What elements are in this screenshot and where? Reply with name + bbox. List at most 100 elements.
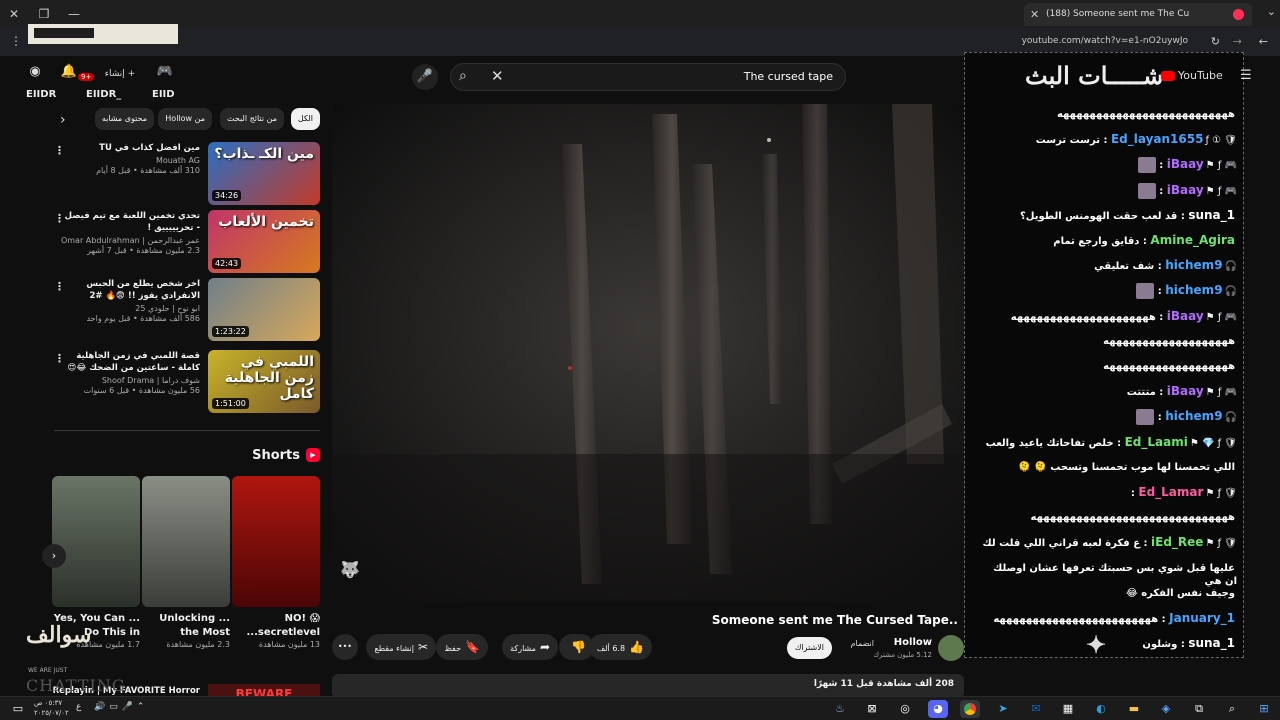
recommendation-thumbnail[interactable]: تخمين الألعاب 42:43 (208, 210, 320, 273)
search-icon[interactable]: ⌕ (459, 68, 467, 84)
chat-username[interactable]: Amine_Agira (1150, 233, 1235, 247)
chrome-icon[interactable] (960, 700, 980, 718)
chat-message: 🎮 ƒ ⚑iBaay : (965, 182, 1245, 208)
chat-message: 🛡 ① ƒEd_layan1655 : ترست ترست (965, 132, 1245, 157)
recommendation-channel[interactable]: عمر عبدالرحمن | Omar Abdulrahman (60, 236, 200, 245)
search-box[interactable]: ⌕ ✕ The cursed tape (450, 63, 846, 91)
system-tray[interactable]: 🔊▭🎤⌃ (94, 702, 148, 712)
short-thumbnail[interactable] (142, 476, 230, 607)
copilot-icon[interactable]: ◈ (1156, 700, 1176, 718)
chat-badge-icons: 🛡 ƒ ⚑ (1205, 538, 1237, 550)
recommendation-title[interactable]: قصة اللمبي في زمن الجاهلية كاملة - ساعتي… (60, 350, 200, 374)
restore-window-icon[interactable]: ❐ (34, 4, 54, 24)
chat-username[interactable]: hichem9 (1165, 283, 1222, 297)
like-button[interactable]: 👍6.8 ألف (588, 634, 652, 660)
close-window-icon[interactable]: ✕ (4, 4, 24, 24)
voice-search-button[interactable]: 🎤 (412, 64, 438, 90)
recommendation-channel[interactable]: Mouath AG (60, 156, 200, 165)
video-player[interactable]: 🐺 (332, 104, 964, 602)
calculator-icon[interactable]: ▦ (1058, 700, 1078, 718)
recommendation-thumbnail[interactable]: اللمبي في زمن الجاهلية كامل 1:51:00 (208, 350, 320, 413)
chat-username[interactable]: January_1 (1169, 611, 1235, 625)
browser-tab[interactable]: ✕ (188) Someone sent me The Cu (1024, 3, 1252, 26)
recommendation-thumbnail[interactable]: 1:23:22 (208, 278, 320, 341)
obs-icon[interactable]: ◎ (895, 700, 915, 718)
recommendation-channel[interactable]: ابو نوح | حلودي 25 (60, 304, 200, 313)
hamburger-menu-icon[interactable]: ☰ (1240, 68, 1280, 83)
chat-username[interactable]: Ed_Lamar (1138, 485, 1203, 499)
more-options-icon[interactable]: ⋮ (54, 212, 65, 225)
more-options-icon[interactable]: ⋮ (54, 352, 65, 365)
start-icon[interactable]: ⊞ (1254, 700, 1274, 718)
recommendation-thumbnail[interactable]: مين الكـ ـذاب؟ 34:26 (208, 142, 320, 205)
chat-emote-icon (1136, 283, 1155, 300)
more-options-icon[interactable]: ⋮ (54, 280, 65, 293)
chat-text: ههههههههههههههههههههههههه (993, 614, 1159, 625)
back-icon[interactable]: ← (1259, 35, 1268, 48)
short-title[interactable]: NO! 😱 ...secretlevel (232, 612, 321, 640)
chat-username[interactable]: iBaay (1167, 309, 1204, 323)
recommendation-title[interactable]: اخر شخص يطلع من الحبس الانفرادي يفوز !! … (60, 278, 200, 302)
tab-search-icon[interactable]: ⌄ (1267, 5, 1276, 18)
more-options-icon[interactable]: ⋮ (54, 144, 65, 157)
chip-search-results[interactable]: من نتائج البحث (219, 108, 284, 130)
chat-message: ههههههههههههههههههههههههههههههه (965, 510, 1245, 535)
short-caption[interactable]: NO! 😱 ...secretlevel 13 مليون مشاهدة (232, 612, 321, 649)
create-button[interactable]: إنشاء + (98, 64, 142, 84)
chat-username[interactable]: hichem9 (1165, 409, 1222, 423)
chat-username[interactable]: Ed_Laami (1125, 435, 1188, 449)
short-thumbnail[interactable] (52, 476, 140, 607)
short-caption[interactable]: Unlocking ... the Most 2.3 مليون مشاهدة (142, 612, 230, 649)
task-view-icon[interactable]: ⧉ (1189, 700, 1209, 718)
language-indicator[interactable]: ع (76, 702, 81, 712)
chat-username[interactable]: iEd_Ree (1151, 535, 1203, 549)
chat-username[interactable]: 1_suna (1188, 208, 1235, 222)
recommendation-item[interactable]: 1:23:22 اخر شخص يطلع من الحبس الانفرادي ي… (48, 278, 326, 342)
reload-icon[interactable]: ↻ (1211, 35, 1220, 48)
minimize-window-icon[interactable]: — (64, 4, 84, 24)
chat-username[interactable]: iBaay (1167, 157, 1204, 171)
chat-username[interactable]: iBaay (1167, 384, 1204, 398)
url-field[interactable]: youtube.com/watch?v=e1-nO2uywJo (1022, 36, 1188, 46)
description-box[interactable]: 208 ألف مشاهدة قبل 11 شهرًا (332, 674, 964, 698)
more-actions-button[interactable]: ••• (331, 634, 358, 660)
telegram-icon[interactable]: ➤ (993, 700, 1013, 718)
chevron-left-icon[interactable]: ‹ (60, 112, 66, 128)
chip-from-channel[interactable]: من Hollow (158, 108, 212, 130)
save-button[interactable]: 🔖حفظ (436, 634, 488, 660)
steam-icon[interactable]: ♨ (830, 700, 850, 718)
dislike-button[interactable]: 👎 (559, 634, 594, 660)
clip-button[interactable]: ✂إنشاء مقطع (366, 634, 436, 660)
chat-username[interactable]: iBaay (1167, 183, 1204, 197)
share-button[interactable]: ➦مشاركة (502, 634, 558, 660)
forward-icon[interactable]: → (1233, 35, 1242, 48)
chip-related[interactable]: محتوى مشابه (94, 108, 154, 130)
chip-all[interactable]: الكل (290, 108, 320, 130)
shorts-previous-button[interactable]: ‹ (42, 544, 66, 568)
chat-text: هههههههههههههههههههه (1103, 335, 1235, 347)
notification-center-icon[interactable]: ▭ (8, 700, 28, 718)
account-avatar-icon[interactable]: ◉ (22, 64, 48, 84)
chat-username[interactable]: hichem9 (1165, 258, 1222, 272)
file-explorer-icon[interactable]: ▬ (1124, 700, 1144, 718)
search-input[interactable]: The cursed tape (744, 70, 833, 83)
chat-username[interactable]: 1_suna (1188, 636, 1235, 650)
menu-dots-icon[interactable]: ⋮ (10, 34, 22, 48)
recommendation-item[interactable]: اللمبي في زمن الجاهلية كامل 1:51:00 قصة ال… (48, 350, 326, 414)
recommendation-channel[interactable]: شوف دراما | Shoof Drama (60, 376, 200, 385)
taskbar-clock[interactable]: ٠٥:٣٧ ص ٢٠٢٥/٠٧/٠٢ (34, 698, 69, 718)
edge-icon[interactable]: ◐ (1091, 700, 1111, 718)
recommendation-item[interactable]: مين الكـ ـذاب؟ 34:26 مين افضل كذاب في TU Mo… (48, 142, 326, 206)
chat-username[interactable]: Ed_layan1655 (1111, 132, 1204, 146)
short-title[interactable]: Unlocking ... the Most (142, 612, 230, 640)
discord-icon[interactable]: ◕ (928, 700, 948, 718)
outlook-icon[interactable]: ✉ (1026, 700, 1046, 718)
short-thumbnail[interactable] (232, 476, 320, 607)
recommendation-title[interactable]: تحدي تخمين اللعبة مع تيم فيصل - تحرييييي… (60, 210, 200, 234)
recommendation-title[interactable]: مين افضل كذاب في TU (60, 142, 200, 154)
clear-search-icon[interactable]: ✕ (491, 67, 504, 85)
recommendation-item[interactable]: تخمين الألعاب 42:43 تحدي تخمين اللعبة مع ت… (48, 210, 326, 274)
taskbar-search-icon[interactable]: ⌕ (1222, 700, 1242, 718)
xbox-icon[interactable]: ⊠ (862, 700, 882, 718)
close-tab-icon[interactable]: ✕ (1030, 3, 1039, 26)
